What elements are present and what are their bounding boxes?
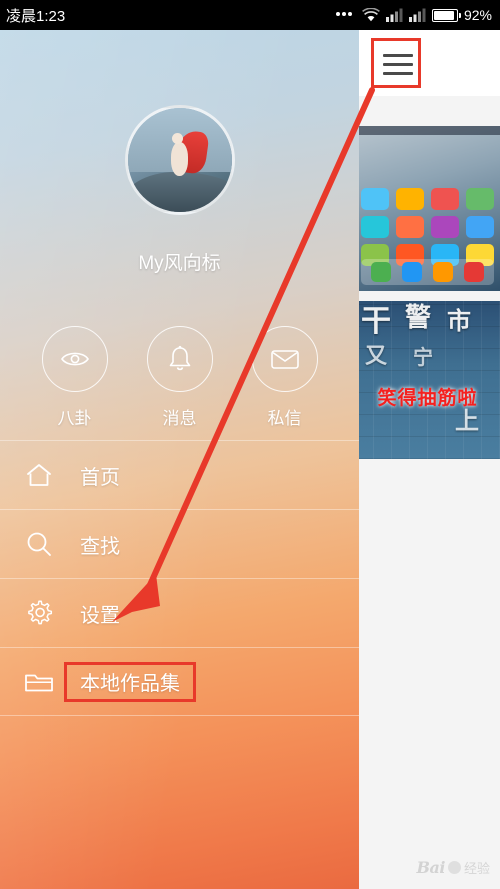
menu-item-label: 设置 [80, 604, 120, 627]
quick-action-messages[interactable]: 消息 [141, 326, 219, 429]
graffiti-char: 市 [447, 306, 471, 335]
graffiti-thumb: 干 警 市 又 宁 上 笑得抽筋啦 [355, 301, 500, 459]
home-icon [22, 461, 56, 489]
drawer-menu-list: 首页 查找 设置 本地作品集 [0, 440, 359, 716]
graffiti-char: 宁 [413, 345, 433, 369]
feed-card-graffiti[interactable]: 干 警 市 又 宁 上 笑得抽筋啦 [355, 301, 500, 459]
status-bar: 凌晨1:23 92% [0, 0, 500, 30]
signal-icon-2 [408, 8, 426, 22]
more-dots-icon [335, 12, 356, 18]
graffiti-char: 上 [455, 406, 479, 435]
search-icon [22, 529, 56, 559]
menu-item-home[interactable]: 首页 [0, 440, 359, 509]
phone-screen: 凌晨1:23 92% 干 警 市 又 宁 上 笑得抽筋啦 Bai 经验 My风向… [0, 0, 500, 889]
hamburger-menu-button[interactable] [371, 38, 421, 88]
username-label: My风向标 [138, 253, 221, 274]
eye-icon [41, 326, 108, 392]
menu-item-label: 查找 [80, 535, 120, 558]
graffiti-char: 又 [365, 343, 388, 369]
app-dock [361, 259, 494, 285]
quick-action-gossip[interactable]: 八卦 [36, 326, 114, 429]
hamburger-icon [383, 54, 413, 76]
status-time: 凌晨1:23 [6, 7, 66, 25]
graffiti-char: 干 [361, 304, 391, 339]
avatar-image [125, 105, 235, 215]
battery-percent: 92% [463, 7, 492, 23]
quick-action-private-message[interactable]: 私信 [246, 326, 324, 429]
signal-icon [385, 8, 403, 22]
baidu-logo-text: Bai [416, 858, 446, 877]
avatar[interactable] [125, 105, 235, 215]
baidu-watermark-text: 经验 [463, 861, 490, 876]
navigation-drawer: My风向标 八卦 消息 私信 首页 查找 设置 本地作品集 [0, 30, 359, 889]
graffiti-caption: 笑得抽筋啦 [377, 388, 478, 410]
graffiti-char: 警 [405, 303, 432, 333]
app-icon-grid [361, 188, 494, 266]
menu-item-settings[interactable]: 设置 [0, 578, 359, 647]
baidu-paw-icon [447, 861, 461, 874]
app-top-bar [355, 30, 500, 96]
envelope-icon [251, 326, 318, 392]
baidu-watermark: Bai 经验 [417, 858, 490, 877]
feed-card-phone-screenshot[interactable] [355, 126, 500, 291]
menu-item-label: 首页 [80, 466, 120, 489]
battery-icon [431, 8, 461, 22]
quick-actions-row: 八卦 消息 私信 [0, 326, 359, 429]
quick-action-label: 八卦 [57, 409, 92, 428]
quick-action-label: 私信 [267, 409, 302, 428]
menu-item-label: 本地作品集 [80, 673, 180, 695]
status-icons: 92% [335, 7, 492, 23]
quick-action-label: 消息 [162, 409, 197, 428]
gear-icon [22, 598, 56, 628]
wifi-icon [362, 8, 380, 22]
bell-icon [146, 326, 213, 392]
menu-item-search[interactable]: 查找 [0, 509, 359, 578]
phone-screenshot-thumb [355, 126, 500, 291]
menu-item-local-works[interactable]: 本地作品集 [0, 647, 359, 716]
folder-icon [22, 669, 56, 695]
